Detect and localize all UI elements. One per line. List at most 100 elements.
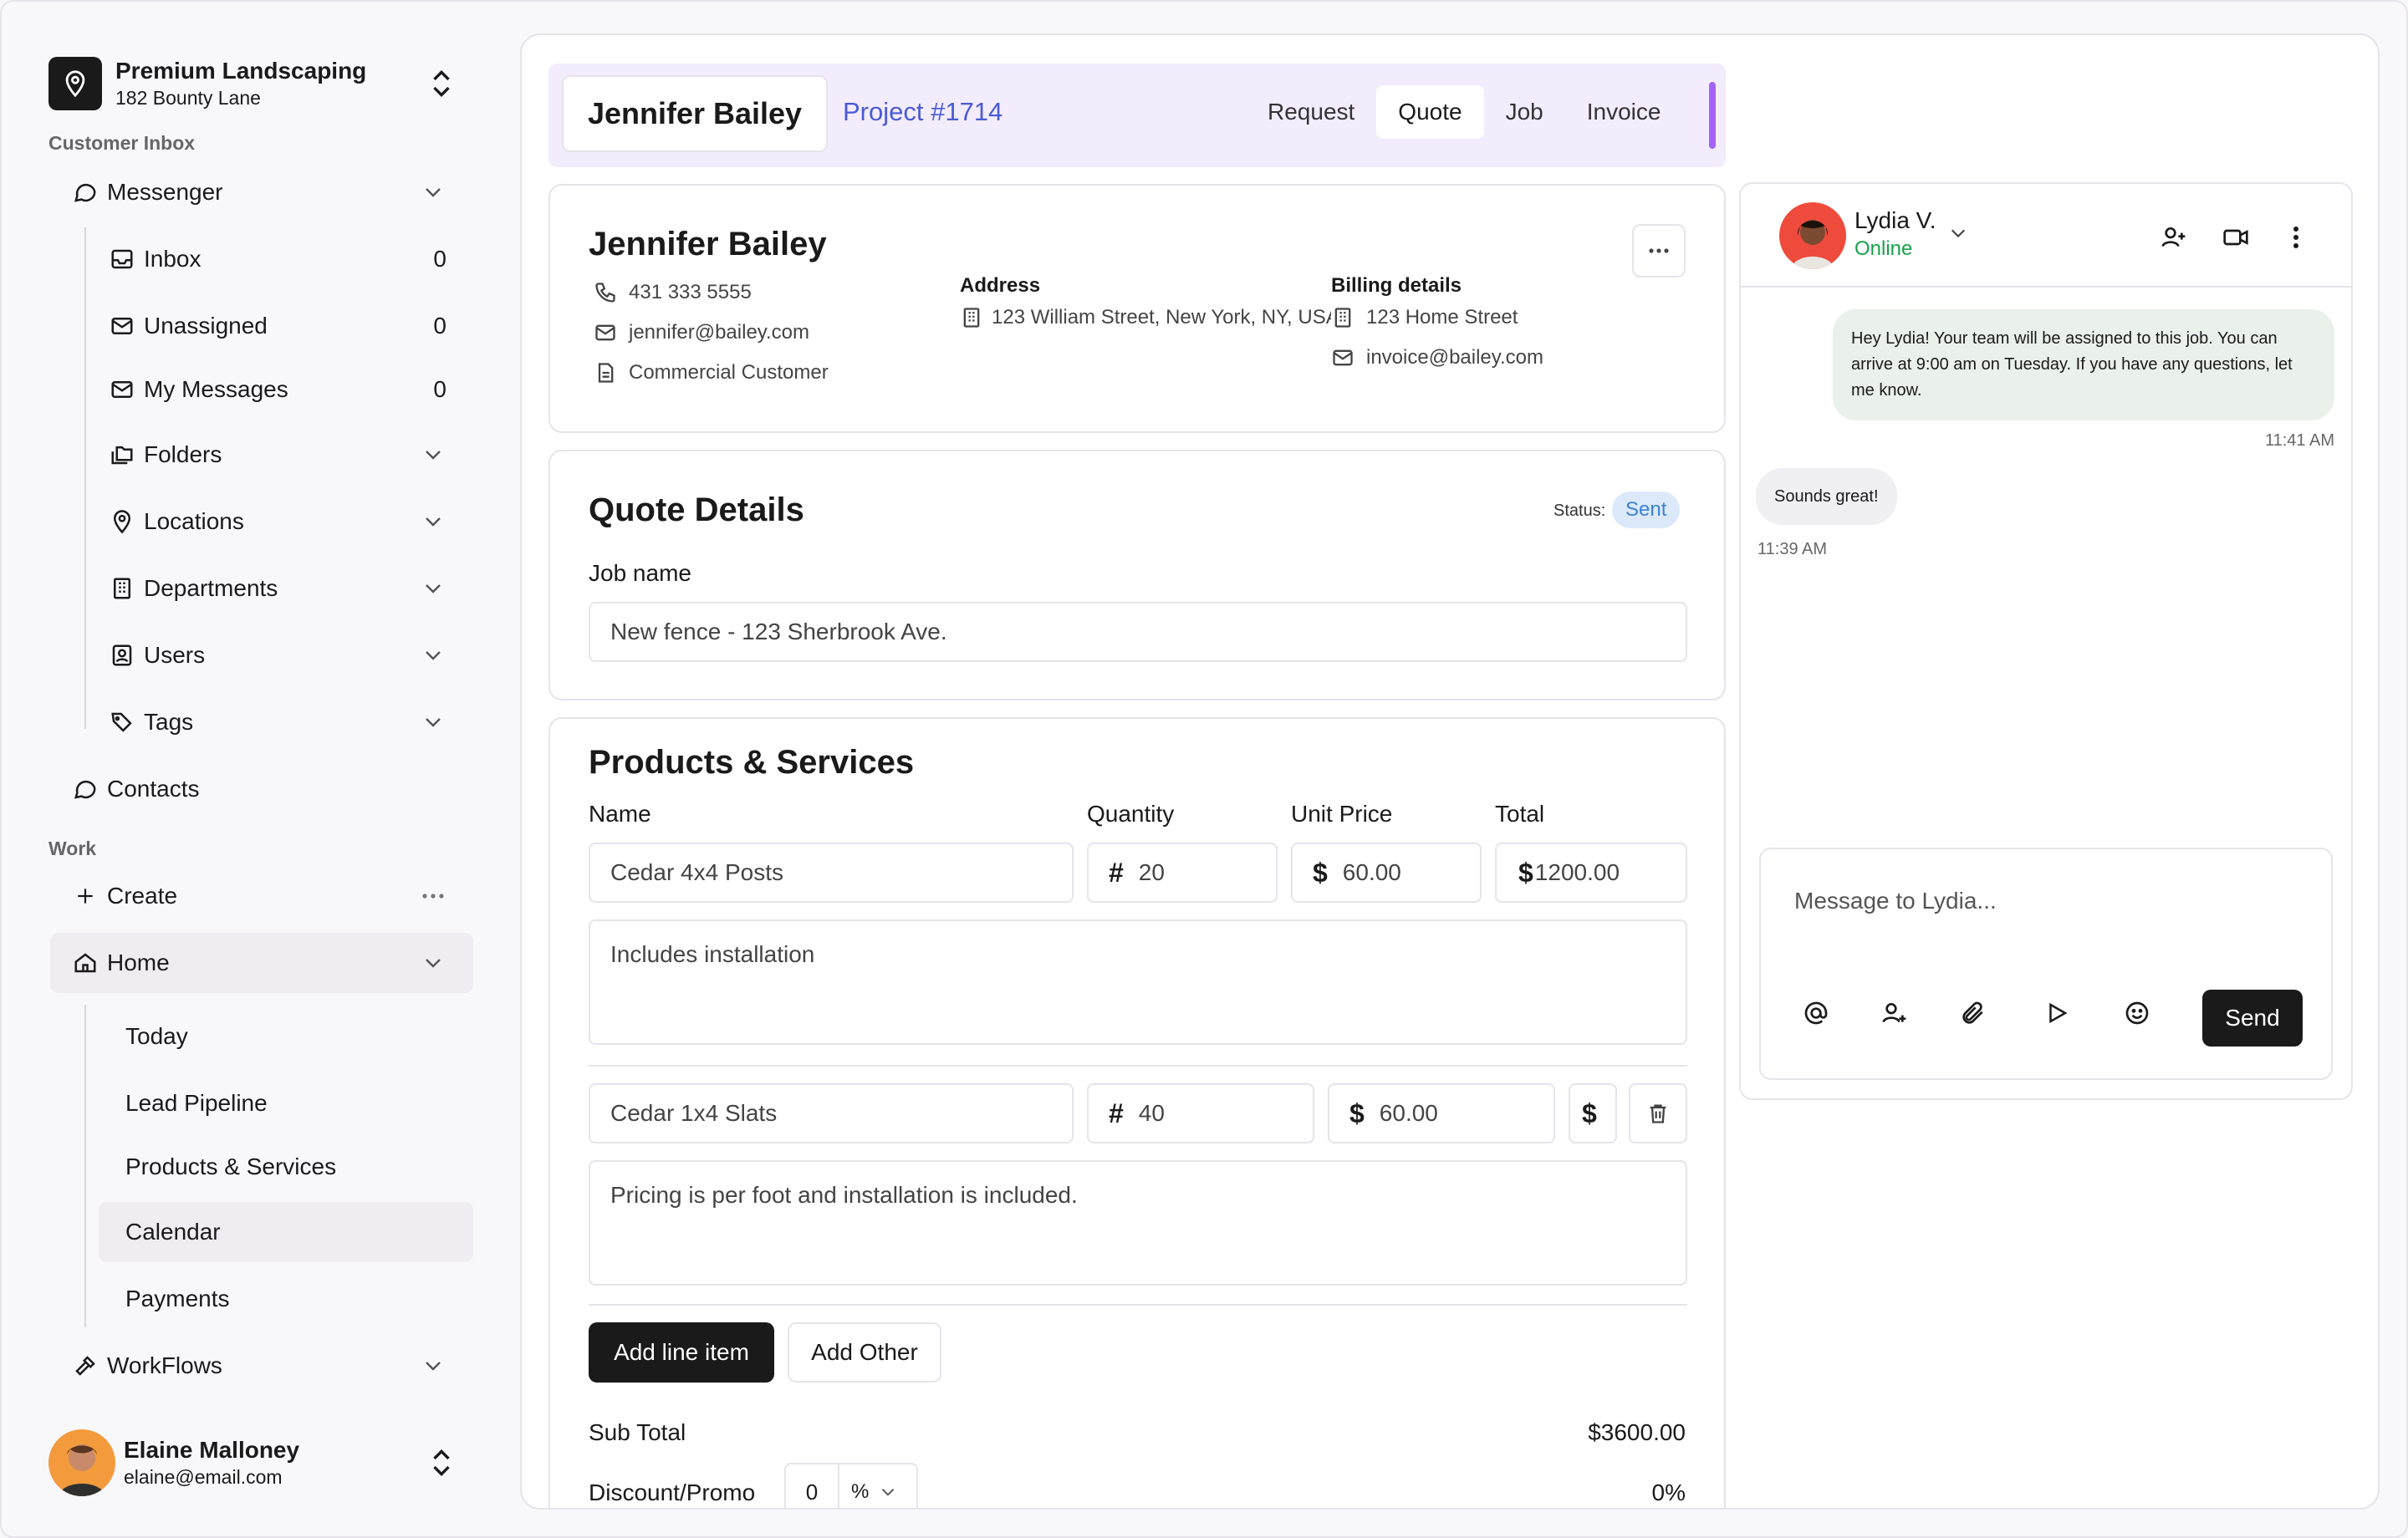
nav-locations[interactable]: Locations (107, 498, 446, 545)
nav-unassigned[interactable]: Unassigned 0 (107, 303, 446, 349)
customer-type: Commercial Customer (594, 353, 829, 393)
discount-field[interactable]: 0 % (784, 1463, 918, 1508)
tab-request[interactable]: Request (1246, 85, 1376, 139)
send-button[interactable]: Send (2202, 990, 2303, 1047)
tab-quote[interactable]: Quote (1376, 85, 1484, 139)
quote-details-card: Quote Details Status: Sent Job name New … (548, 450, 1726, 700)
mail-icon (107, 311, 137, 341)
mail-icon (1331, 346, 1358, 369)
more-dots-icon[interactable] (420, 883, 446, 909)
project-link[interactable]: Project #1714 (843, 97, 1002, 127)
job-name-field[interactable]: New fence - 123 Sherbrook Ave. (589, 602, 1687, 662)
line2-description-field[interactable]: Pricing is per foot and installation is … (589, 1160, 1687, 1286)
line1-total-field: $1200.00 (1495, 843, 1687, 903)
message-input[interactable]: Message to Lydia... (1794, 888, 1997, 914)
line1-price-field[interactable]: $60.00 (1291, 843, 1482, 903)
assign-user-button[interactable] (1875, 993, 1915, 1033)
chevron-down-icon[interactable] (1950, 227, 1967, 239)
add-other-button[interactable]: Add Other (788, 1322, 941, 1383)
sidebar: Premium Landscaping 182 Bounty Lane Cust… (2, 2, 503, 1536)
nav-unassigned-count: 0 (433, 313, 446, 339)
nav-departments[interactable]: Departments (107, 565, 446, 612)
line2-name-field[interactable]: Cedar 1x4 Slats (589, 1083, 1074, 1143)
chat-contact-name[interactable]: Lydia V. (1854, 207, 1936, 234)
inbox-tray-icon (107, 244, 137, 274)
customer-type-text: Commercial Customer (629, 361, 829, 384)
billing-email[interactable]: invoice@bailey.com (1331, 338, 1543, 378)
nav-contacts[interactable]: Contacts (70, 766, 446, 812)
account-switcher[interactable]: Elaine Malloney elaine@email.com (48, 1428, 458, 1498)
add-line-item-button[interactable]: Add line item (589, 1322, 774, 1383)
tab-job[interactable]: Job (1484, 85, 1565, 139)
dollar-icon: $ (1582, 1097, 1597, 1128)
col-quantity: Quantity (1087, 801, 1175, 827)
chevron-down-icon (420, 575, 446, 602)
nav-payments[interactable]: Payments (125, 1276, 460, 1322)
mention-button[interactable] (1796, 993, 1836, 1033)
nav-departments-label: Departments (144, 575, 278, 601)
line2-qty-field[interactable]: #40 (1087, 1083, 1314, 1143)
nav-lead-pipeline[interactable]: Lead Pipeline (125, 1080, 460, 1127)
line2-total-field: $ (1569, 1083, 1617, 1143)
billing-address-text: 123 Home Street (1366, 306, 1518, 328)
customer-email-text: jennifer@bailey.com (629, 321, 810, 344)
nav-users[interactable]: Users (107, 632, 446, 679)
building-icon (107, 573, 137, 603)
line1-qty-field[interactable]: #20 (1087, 843, 1278, 903)
message-time: 11:39 AM (1758, 540, 1828, 558)
nav-tags[interactable]: Tags (107, 699, 446, 746)
col-name: Name (589, 801, 651, 827)
tag-icon (107, 707, 137, 737)
tab-invoice[interactable]: Invoice (1565, 85, 1683, 139)
workspace-switcher[interactable]: Premium Landscaping 182 Bounty Lane (48, 52, 458, 115)
play-icon (2044, 1001, 2069, 1026)
video-call-button[interactable] (2217, 219, 2254, 256)
play-button[interactable] (2037, 993, 2077, 1033)
emoji-button[interactable] (2117, 993, 2157, 1033)
line-divider (589, 1304, 1687, 1306)
user-plus-icon (1881, 1000, 1908, 1026)
nav-my-messages[interactable]: My Messages 0 (107, 366, 446, 413)
workspace-address: 182 Bounty Lane (115, 87, 261, 109)
nav-create[interactable]: Create (70, 873, 446, 919)
hammer-icon (70, 1351, 100, 1381)
chat-menu-button[interactable] (2278, 219, 2314, 256)
nav-today[interactable]: Today (125, 1013, 460, 1060)
add-participant-button[interactable] (2155, 219, 2192, 256)
customer-address: 123 William Street, New York, NY, USA (960, 298, 1331, 338)
nav-messenger[interactable]: Messenger (70, 169, 446, 216)
customer-name-chip[interactable]: Jennifer Bailey (562, 75, 828, 152)
attach-button[interactable] (1953, 993, 1993, 1033)
customer-phone[interactable]: 431 333 5555 (594, 272, 829, 313)
nav-messenger-label: Messenger (107, 179, 223, 205)
line1-name-field[interactable]: Cedar 4x4 Posts (589, 843, 1074, 903)
home-icon (70, 948, 100, 978)
discount-unit: % (851, 1480, 870, 1503)
chevron-updown-icon[interactable] (425, 1446, 458, 1479)
nav-calendar[interactable]: Calendar (99, 1202, 473, 1262)
customer-phone-text: 431 333 5555 (629, 281, 752, 303)
chat-bubble-icon (70, 177, 100, 207)
line1-description-field[interactable]: Includes installation (589, 919, 1687, 1045)
user-name: Elaine Malloney (124, 1437, 300, 1463)
nav-inbox-label: Inbox (144, 246, 202, 272)
nav-workflows[interactable]: WorkFlows (70, 1342, 446, 1389)
nav-products-services[interactable]: Products & Services (125, 1143, 460, 1190)
message-composer[interactable]: Message to Lydia... Send (1759, 848, 2333, 1080)
more-options-button[interactable] (1632, 224, 1686, 278)
status-label: Status: (1553, 502, 1606, 520)
more-dots-icon (1648, 247, 1670, 254)
line2-price-field[interactable]: $60.00 (1328, 1083, 1555, 1143)
nav-folders[interactable]: Folders (107, 431, 446, 478)
nav-today-label: Today (125, 1023, 188, 1049)
delete-line-button[interactable] (1629, 1083, 1687, 1143)
chevron-down-icon (420, 1352, 446, 1379)
nav-home[interactable]: Home (50, 933, 473, 993)
customer-email[interactable]: jennifer@bailey.com (594, 313, 829, 353)
nav-inbox[interactable]: Inbox 0 (107, 236, 446, 283)
nav-workflows-label: WorkFlows (107, 1352, 222, 1378)
chevron-updown-icon[interactable] (425, 67, 458, 100)
chat-bubble-icon (70, 774, 100, 804)
discount-unit-select[interactable]: % (839, 1480, 895, 1504)
billing-label: Billing details (1331, 274, 1462, 297)
